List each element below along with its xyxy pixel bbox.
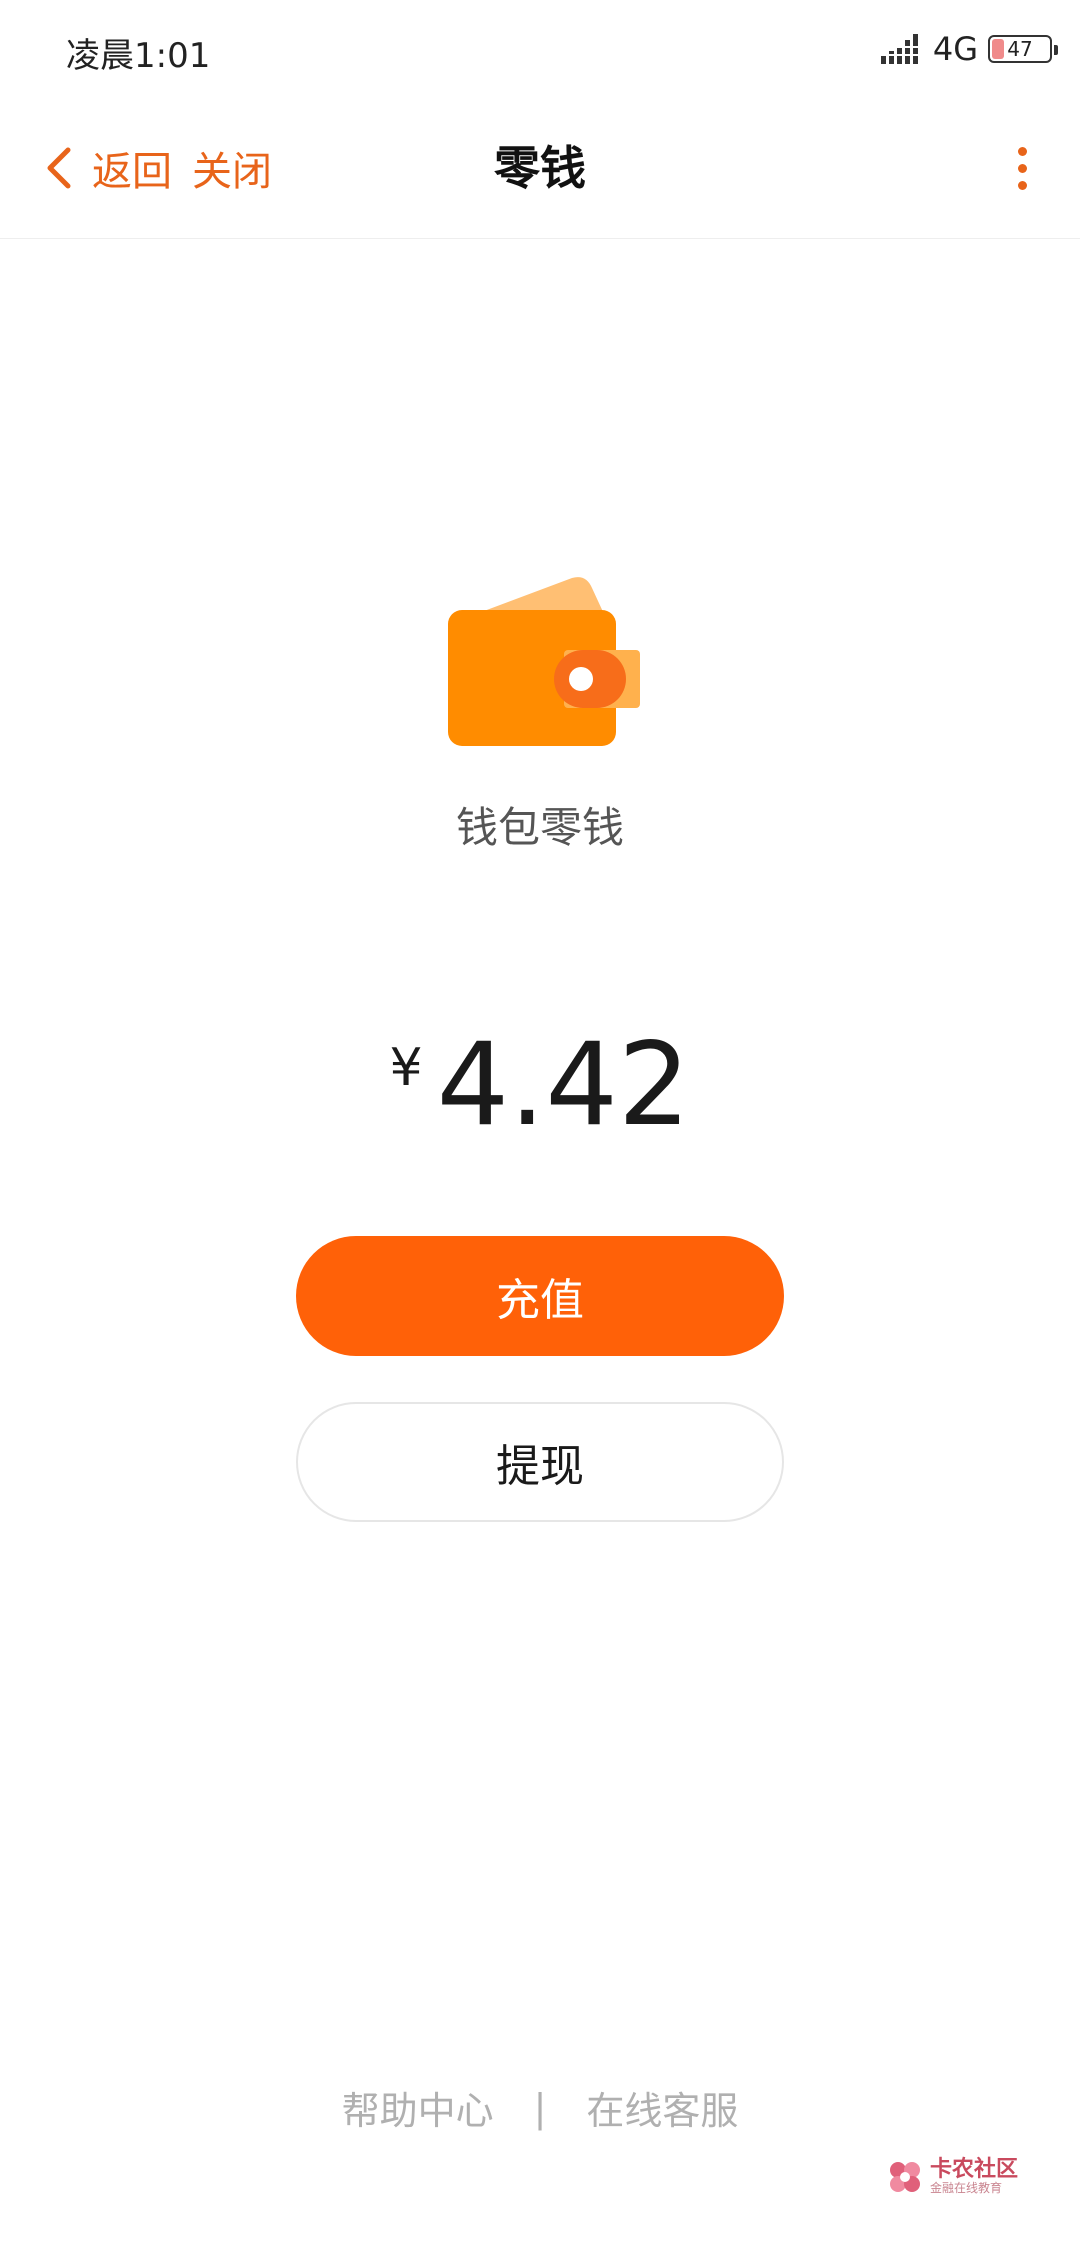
status-time: 凌晨1:01 — [66, 36, 211, 76]
status-bar: 凌晨1:01 4G 47 — [0, 0, 1080, 100]
more-menu-button[interactable] — [1002, 138, 1042, 198]
watermark-sub-text: 金融在线教育 — [929, 2181, 1002, 2196]
wallet-label: 钱包零钱 — [455, 803, 624, 852]
footer-links: 帮助中心 | 在线客服 — [0, 2080, 1080, 2135]
recharge-button[interactable]: 充值 — [296, 1236, 784, 1356]
help-center-link[interactable]: 帮助中心 — [342, 2080, 494, 2135]
footer-separator: | — [533, 2085, 547, 2130]
wallet-icon — [448, 577, 640, 746]
status-indicators: 4G 47 — [880, 30, 1058, 68]
battery-icon: 47 — [988, 35, 1058, 63]
balance-amount: 4.42 — [436, 1018, 691, 1151]
currency-symbol: ¥ — [389, 1038, 423, 1098]
wallet-page: 凌晨1:01 4G 47 返回 关闭 零钱 钱包零钱 ¥ 4.42 充值 提现 … — [0, 0, 1080, 2248]
watermark-logo-icon — [889, 2161, 920, 2192]
watermark-main-text: 卡农社区 — [929, 2157, 1018, 2182]
page-title: 零钱 — [494, 141, 586, 195]
battery-level: 47 — [1007, 37, 1033, 61]
online-service-link[interactable]: 在线客服 — [586, 2080, 738, 2135]
nav-bar: 返回 关闭 零钱 — [0, 110, 1080, 239]
watermark: 卡农社区 金融在线教育 — [888, 2157, 1018, 2196]
balance-display: ¥ 4.42 — [0, 1020, 1080, 1150]
network-type: 4G — [932, 30, 978, 68]
more-dots-icon — [1017, 146, 1027, 156]
withdraw-button[interactable]: 提现 — [296, 1402, 784, 1522]
signal-icon — [880, 34, 918, 64]
